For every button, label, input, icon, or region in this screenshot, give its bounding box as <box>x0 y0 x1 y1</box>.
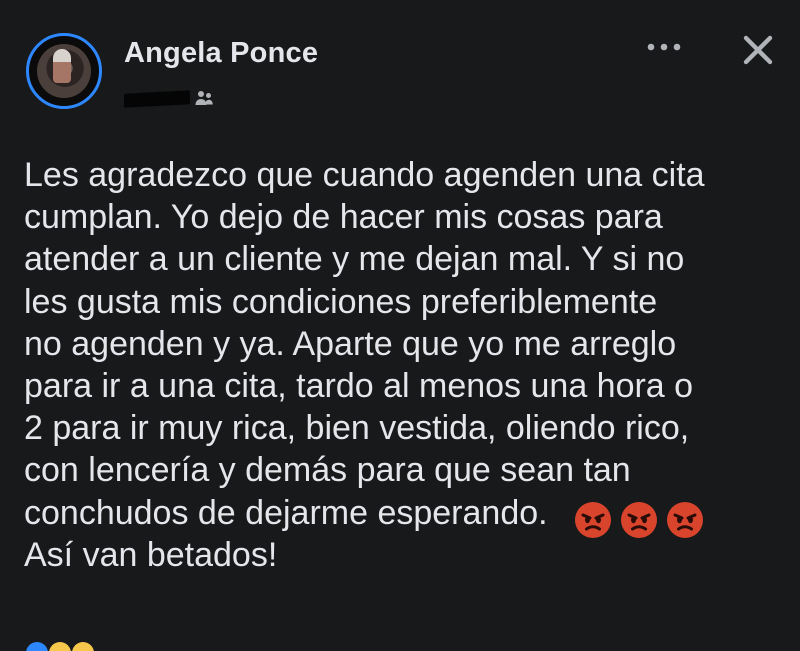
redacted-timestamp <box>124 90 190 108</box>
post-text: Les agradezco que cuando agenden una cit… <box>24 154 784 576</box>
post-text-line: atender a un cliente y me dejan mal. Y s… <box>24 240 685 279</box>
like-reaction-icon <box>26 642 48 651</box>
post-text-line: con lencería y demás para que sean tan <box>24 451 631 490</box>
reaction-summary-peek[interactable] <box>26 642 186 651</box>
author-name[interactable]: Angela Ponce <box>124 37 318 70</box>
post-text-line-with-emojis: conchudos de dejarme esperando. <box>24 492 784 538</box>
haha-reaction-icon <box>49 642 71 651</box>
wow-reaction-icon <box>72 642 94 651</box>
post-text-line: Así van betados! <box>24 535 278 574</box>
close-icon[interactable] <box>741 33 775 67</box>
angry-emoji-row <box>574 497 712 539</box>
profile-photo-figure <box>53 49 71 83</box>
avatar[interactable] <box>26 33 102 109</box>
post-meta <box>124 88 224 112</box>
post-text-line: cumplan. Yo dejo de hacer mis cosas para <box>24 198 663 237</box>
post-text-line: para ir a una cita, tardo al menos una h… <box>24 366 694 405</box>
post-text-line: Les agradezco que cuando agenden una cit… <box>24 156 705 194</box>
engagement-summary-peek[interactable] <box>574 644 764 651</box>
post-text-line: no agenden y ya. Aparte que yo me arregl… <box>24 324 677 363</box>
angry-emoji-icon <box>575 501 612 538</box>
post-text-line: 2 para ir muy rica, bien vestida, oliend… <box>24 409 690 448</box>
friends-icon[interactable] <box>194 89 214 107</box>
angry-emoji-icon <box>667 501 704 538</box>
facebook-post-screen: Angela Ponce Les agradezco que cuando ag… <box>0 0 800 651</box>
post-text-line: les gusta mis condiciones preferiblement… <box>24 282 658 321</box>
post-text-line: conchudos de dejarme esperando. <box>24 493 548 532</box>
angry-emoji-icon <box>621 501 658 538</box>
more-options-icon[interactable] <box>645 41 683 53</box>
